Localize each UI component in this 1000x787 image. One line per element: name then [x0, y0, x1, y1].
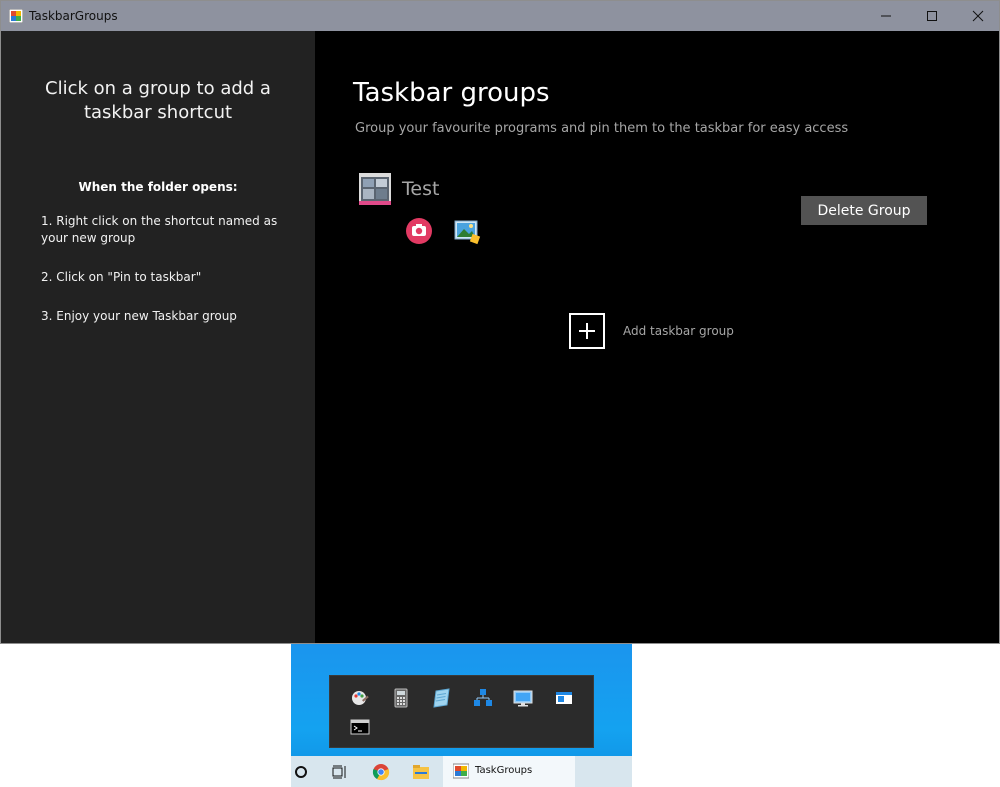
group-name: Test: [402, 178, 440, 200]
notepad-icon[interactable]: [432, 688, 452, 708]
step-3-text: 3. Enjoy your new Taskbar group: [41, 309, 237, 323]
taskbar-preview: TaskGroups: [291, 644, 632, 787]
network-icon[interactable]: [473, 688, 493, 708]
task-view-button[interactable]: [327, 756, 353, 787]
windows-taskbar: TaskGroups: [291, 756, 632, 787]
close-button[interactable]: [955, 1, 1000, 31]
chrome-taskbar-button[interactable]: [367, 756, 395, 787]
group-thumbnail-icon: [359, 173, 391, 205]
chrome-icon: [372, 763, 390, 780]
file-explorer-icon: [413, 764, 429, 779]
step-1-text: 1. Right click on the shortcut named as …: [41, 214, 278, 245]
photos-app-icon: [454, 220, 481, 245]
paint-icon[interactable]: [350, 688, 370, 708]
instructions-sidebar: Click on a group to add a taskbar shortc…: [1, 31, 315, 643]
title-bar[interactable]: TaskbarGroups: [1, 1, 999, 31]
sidebar-heading: Click on a group to add a taskbar shortc…: [45, 78, 271, 123]
add-group-label[interactable]: Add taskbar group: [623, 324, 734, 338]
window-icon[interactable]: [554, 688, 574, 708]
minimize-button[interactable]: [863, 1, 909, 31]
steps-heading: When the folder opens:: [78, 180, 238, 194]
delete-group-button[interactable]: Delete Group: [801, 196, 927, 225]
file-explorer-taskbar-button[interactable]: [407, 756, 435, 787]
camera-app-icon: [406, 218, 432, 244]
add-group-button[interactable]: [569, 313, 605, 349]
step-2-text: 2. Click on "Pin to taskbar": [41, 270, 202, 284]
minimize-icon: [881, 15, 891, 17]
plus-icon: [579, 323, 595, 339]
taskgroups-taskbar-icon: [453, 763, 469, 779]
remote-desktop-icon[interactable]: [513, 688, 533, 708]
cortana-circle-icon: [295, 765, 307, 778]
calculator-icon[interactable]: [391, 688, 411, 708]
cortana-button[interactable]: [291, 756, 311, 787]
command-prompt-icon[interactable]: [350, 717, 370, 737]
group-popup: [329, 675, 594, 748]
window-title: TaskbarGroups: [29, 9, 118, 23]
taskbargroups-app-icon: [9, 9, 23, 23]
app-window: TaskbarGroups Click on a group to add a …: [0, 0, 1000, 644]
task-view-icon: [332, 765, 346, 778]
taskgroups-taskbar-label: TaskGroups: [475, 765, 533, 776]
taskgroups-taskbar-button[interactable]: TaskGroups: [443, 756, 575, 787]
close-icon: [972, 10, 984, 22]
page-title: Taskbar groups: [353, 78, 550, 108]
page-subtitle: Group your favourite programs and pin th…: [355, 121, 849, 136]
maximize-button[interactable]: [909, 1, 955, 31]
maximize-icon: [927, 11, 937, 21]
main-panel: Taskbar groups Group your favourite prog…: [315, 31, 999, 643]
